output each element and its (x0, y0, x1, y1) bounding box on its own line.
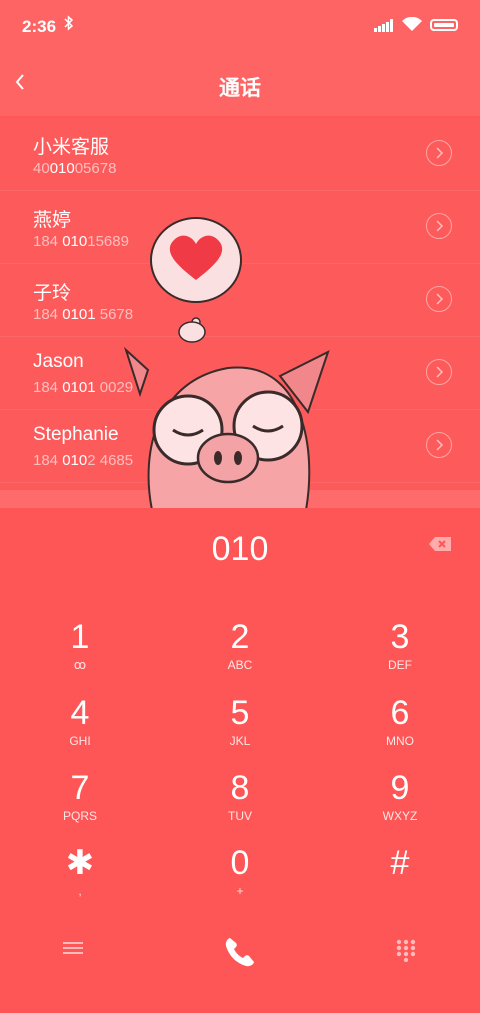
list-item[interactable]: 小米客服 4001005678 (0, 118, 480, 191)
dial-entry: 010 (211, 530, 269, 568)
key-hash[interactable]: # (345, 844, 455, 914)
header: 通话 (0, 52, 480, 116)
contact-name: Stephanie (33, 424, 119, 445)
key-9[interactable]: 9 WXYZ (345, 769, 455, 839)
key-8[interactable]: 8 TUV (185, 769, 295, 839)
chevron-right-icon[interactable] (426, 213, 452, 239)
phone-icon (225, 938, 254, 967)
key-6[interactable]: 6 MNO (345, 694, 455, 764)
backspace-icon (429, 537, 451, 551)
chevron-right-icon[interactable] (426, 359, 452, 385)
key-1[interactable]: 1ꝏ (25, 618, 135, 688)
dialer-panel: 010 1ꝏ 2 ABC 3 DEF 4 GHI 5 JKL 6 MNO 7 PQRS 8T… (0, 508, 480, 1013)
key-7[interactable]: 7 PQRS (25, 769, 135, 839)
contact-name: Jason (33, 351, 84, 372)
contact-number: 184 01015689 (33, 233, 129, 250)
voicemail-icon: ꝏ (73, 658, 87, 672)
bluetooth-icon (64, 15, 74, 35)
page-title: 通话 (219, 77, 261, 100)
menu-icon (63, 942, 83, 954)
pig-mascot-illustration (123, 217, 330, 510)
key-star[interactable]: ✱, (25, 844, 135, 914)
contact-name: 小米客服 (33, 137, 110, 158)
call-button[interactable] (222, 934, 258, 975)
signal-icon (374, 19, 394, 37)
contact-number: 4001005678 (33, 160, 117, 177)
contact-name: 燕婷 (33, 210, 72, 231)
key-0[interactable]: 0 + (185, 844, 295, 914)
keypad-toggle-button[interactable] (395, 938, 417, 967)
chevron-right-icon[interactable] (426, 140, 452, 166)
key-5[interactable]: 5 JKL (185, 694, 295, 764)
wifi-icon (402, 16, 422, 37)
contact-name: 子玲 (33, 283, 72, 304)
chevron-right-icon[interactable] (426, 432, 452, 458)
key-3[interactable]: 3 DEF (345, 618, 455, 688)
battery-icon (430, 19, 458, 31)
key-4[interactable]: 4 GHI (25, 694, 135, 764)
chevron-right-icon[interactable] (426, 286, 452, 312)
menu-button[interactable] (62, 938, 84, 963)
backspace-button[interactable] (428, 536, 452, 557)
status-bar: 2:36 (0, 0, 480, 52)
key-2[interactable]: 2 ABC (185, 618, 295, 688)
keypad-icon (396, 939, 416, 963)
status-time: 2:36 (22, 17, 57, 36)
